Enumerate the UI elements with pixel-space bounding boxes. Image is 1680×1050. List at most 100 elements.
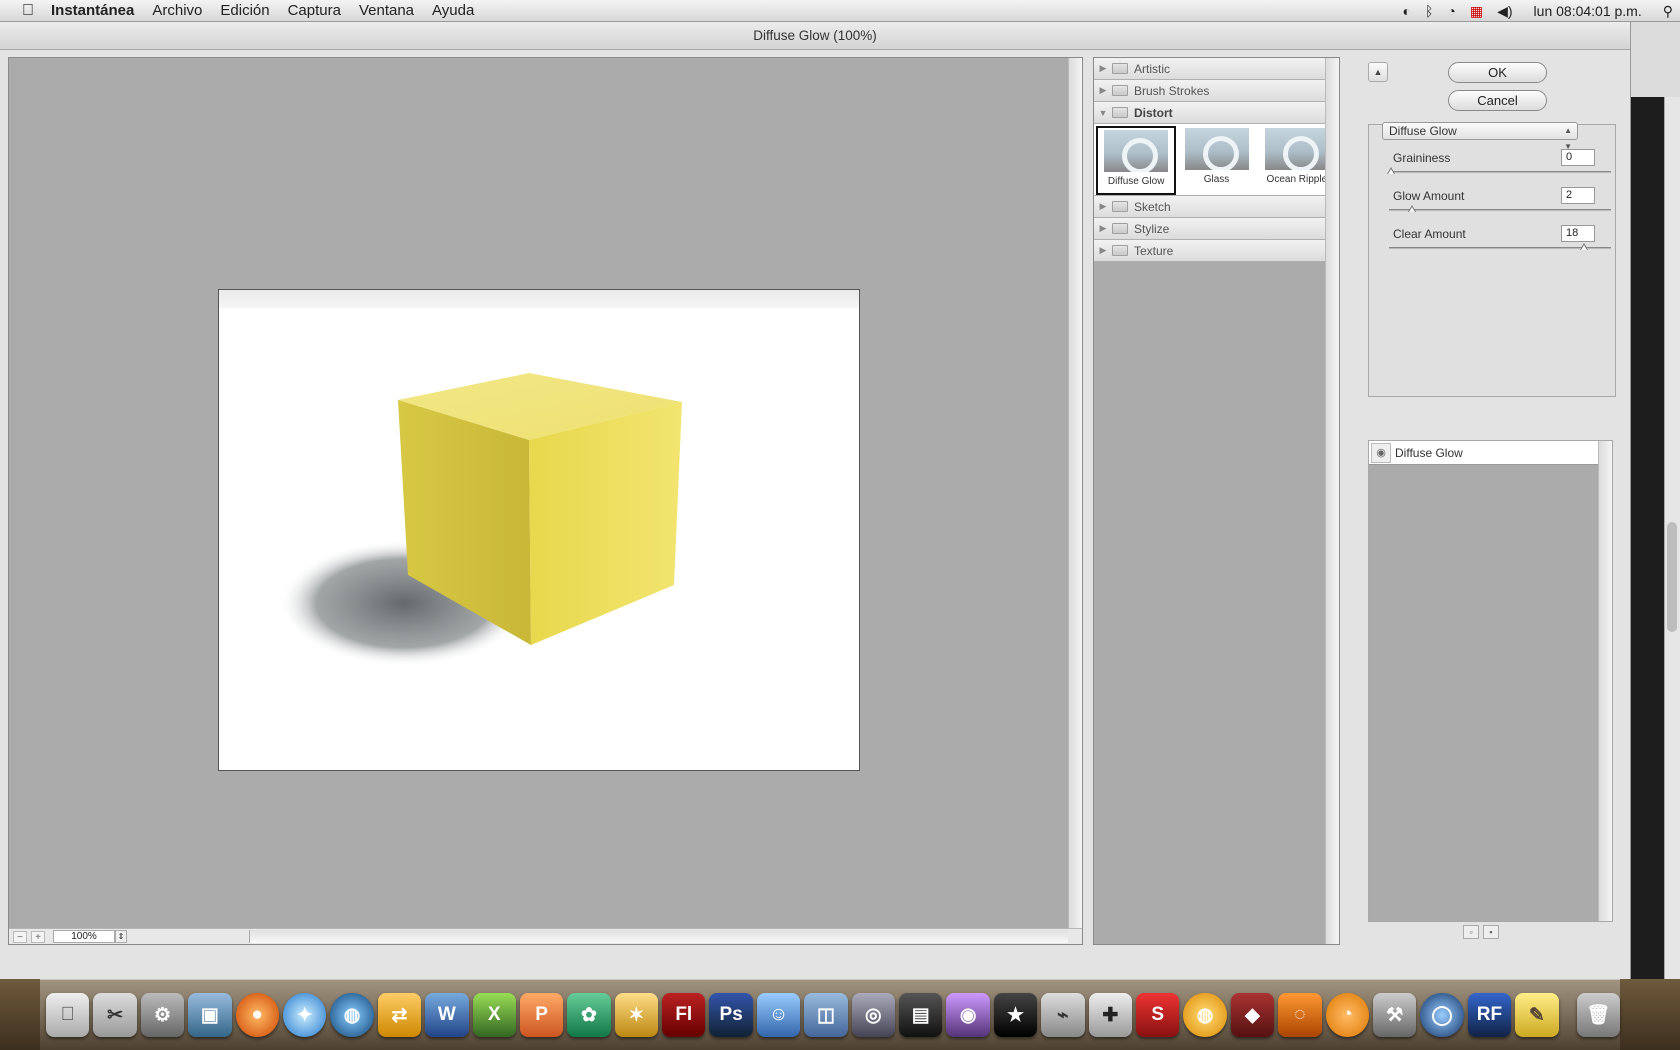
flash-icon[interactable]: Fl: [662, 993, 706, 1037]
filter-list-scrollbar[interactable]: [1325, 58, 1339, 944]
delete-effect-layer-icon[interactable]: ▪: [1483, 925, 1499, 939]
poser-icon[interactable]: ✚: [1088, 993, 1132, 1037]
effect-layer-label: Diffuse Glow: [1395, 445, 1463, 460]
google-earth-icon[interactable]: ◍: [330, 993, 374, 1037]
graininess-slider-knob[interactable]: [1387, 167, 1396, 175]
clear-amount-slider-knob[interactable]: [1579, 243, 1589, 251]
clock[interactable]: lun 08:04:01 p.m.: [1520, 3, 1656, 19]
filter-thumb-diffuse-glow[interactable]: Diffuse Glow: [1096, 126, 1177, 195]
apple-icon[interactable]: : [14, 0, 42, 22]
safari-icon[interactable]: ✦: [282, 993, 327, 1037]
category-sketch[interactable]: ▶ Sketch: [1094, 196, 1339, 218]
bridge-icon[interactable]: ✶: [614, 993, 659, 1037]
effect-layers-panel: ◉ Diffuse Glow: [1368, 440, 1613, 922]
category-artistic[interactable]: ▶ Artistic: [1094, 58, 1339, 80]
zoom-in-button[interactable]: +: [31, 930, 45, 943]
ok-button[interactable]: OK: [1448, 62, 1547, 83]
zbrush-icon[interactable]: ◆: [1230, 993, 1275, 1037]
collapse-gallery-button[interactable]: ▲: [1368, 62, 1388, 82]
new-effect-layer-icon[interactable]: ▫: [1463, 925, 1479, 939]
preview-vertical-scrollbar[interactable]: [1068, 58, 1082, 944]
disclosure-right-icon: ▶: [1099, 63, 1107, 73]
filter-thumb-glass[interactable]: Glass: [1176, 126, 1256, 195]
graininess-input[interactable]: 0: [1561, 149, 1595, 166]
menu-captura[interactable]: Captura: [279, 0, 350, 22]
display-icon[interactable]: ◐: [1396, 3, 1418, 19]
powerpoint-icon[interactable]: P: [519, 993, 564, 1037]
firefox-icon[interactable]: ●: [235, 993, 279, 1037]
folder-icon: [1112, 223, 1128, 234]
dashboard-icon[interactable]: ▣: [188, 993, 232, 1037]
realflow-icon[interactable]: RF: [1467, 993, 1512, 1037]
glow-amount-input[interactable]: 2: [1561, 187, 1595, 204]
houdini-icon[interactable]: ◌: [1278, 993, 1322, 1037]
window-title: Diffuse Glow (100%): [0, 22, 1630, 50]
menu-ventana[interactable]: Ventana: [350, 0, 423, 22]
background-window-content: [1631, 97, 1665, 979]
glass-thumbnail-image: [1184, 128, 1249, 170]
preview-area[interactable]: − + 100% ⇕: [8, 57, 1083, 945]
category-distort[interactable]: ▼ Distort: [1094, 102, 1339, 124]
filter-select-value: Diffuse Glow: [1389, 124, 1457, 138]
ocean-ripple-thumbnail-image: [1264, 128, 1329, 170]
glow-amount-slider-knob[interactable]: [1408, 205, 1417, 213]
layers-scrollbar[interactable]: [1598, 441, 1612, 921]
category-stylize[interactable]: ▶ Stylize: [1094, 218, 1339, 240]
preview-horizontal-scrollbar[interactable]: [249, 930, 1068, 943]
transmit-icon[interactable]: ⇄: [377, 993, 422, 1037]
param-graininess: Graininess 0: [1387, 147, 1611, 183]
blender-icon[interactable]: ◔: [1325, 993, 1369, 1037]
pencil-icon[interactable]: ✎: [1515, 993, 1559, 1037]
final-cut-icon[interactable]: ▤: [899, 993, 943, 1037]
zoom-level-field[interactable]: 100%: [53, 930, 115, 943]
menu-app-name[interactable]: Instantánea: [42, 0, 143, 22]
effect-layer-row[interactable]: ◉ Diffuse Glow: [1369, 441, 1598, 465]
clear-amount-slider-track[interactable]: [1389, 247, 1611, 250]
background-scroll-thumb[interactable]: [1667, 522, 1677, 632]
excel-icon[interactable]: X: [472, 993, 516, 1037]
realflow-sphere-icon[interactable]: ◯: [1420, 993, 1464, 1037]
maya-icon[interactable]: ✿: [567, 993, 611, 1037]
photoshop-icon[interactable]: Ps: [709, 993, 753, 1037]
folder-icon: [1112, 245, 1128, 256]
word-icon[interactable]: W: [425, 993, 469, 1037]
menu-ayuda[interactable]: Ayuda: [423, 0, 483, 22]
finder-icon[interactable]: : [46, 993, 90, 1037]
trash-icon[interactable]: 🗑: [1576, 993, 1620, 1037]
filter-select[interactable]: Diffuse Glow ▲ ▼: [1382, 122, 1578, 151]
glow-amount-slider-track[interactable]: [1389, 209, 1611, 212]
tool-icon[interactable]: ⚒: [1372, 993, 1417, 1037]
graininess-slider-track[interactable]: [1389, 171, 1611, 174]
menu-archivo[interactable]: Archivo: [143, 0, 211, 22]
cancel-button[interactable]: Cancel: [1448, 90, 1547, 111]
bluetooth-icon[interactable]: ᛒ: [1418, 3, 1440, 19]
zoom-out-button[interactable]: −: [13, 930, 27, 943]
clear-amount-input[interactable]: 18: [1561, 225, 1595, 242]
category-brush-strokes[interactable]: ▶ Brush Strokes: [1094, 80, 1339, 102]
cube-right-face: [529, 402, 682, 645]
utility-icon[interactable]: ⌁: [1041, 993, 1085, 1037]
volume-icon[interactable]: ◀): [1490, 3, 1519, 20]
sketchbook-pro-icon[interactable]: S: [1135, 993, 1180, 1037]
menu-edicion[interactable]: Edición: [211, 0, 278, 22]
motion-icon[interactable]: ◉: [946, 993, 990, 1037]
wifi-icon[interactable]: ◔: [1440, 3, 1462, 19]
distort-thumbnails: Diffuse Glow Glass Ocean Ripple: [1094, 124, 1339, 196]
background-window: [1630, 22, 1680, 979]
imovie-icon[interactable]: ★: [993, 993, 1038, 1037]
category-texture[interactable]: ▶ Texture: [1094, 240, 1339, 262]
layer-buttons: ▫ ▪: [1463, 925, 1499, 939]
virtualbox-icon[interactable]: ◫: [804, 993, 848, 1037]
ichat-icon[interactable]: ☺: [756, 993, 801, 1037]
disclosure-right-icon: ▶: [1099, 201, 1107, 211]
category-label: Sketch: [1134, 199, 1171, 214]
eye-visibility-icon[interactable]: ◉: [1371, 442, 1391, 463]
spotlight-icon[interactable]: ⚲: [1656, 3, 1680, 20]
keyboard-flag-icon[interactable]: ▦: [1463, 3, 1490, 20]
system-preferences-icon[interactable]: ⚙: [140, 993, 185, 1037]
globe-icon[interactable]: ◍: [1183, 993, 1227, 1037]
zoom-stepper[interactable]: ⇕: [115, 930, 127, 943]
thumb-label: Glass: [1203, 174, 1230, 185]
snapshot-icon[interactable]: ✂: [93, 993, 137, 1037]
dvd-player-icon[interactable]: ◎: [851, 993, 896, 1037]
